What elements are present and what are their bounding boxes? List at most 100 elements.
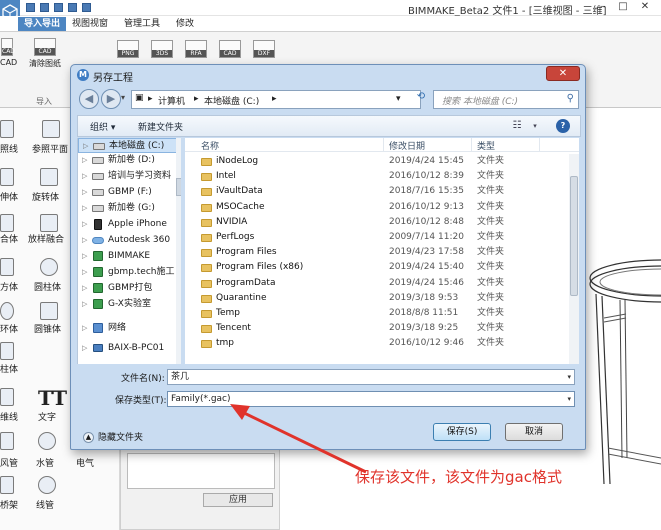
text-icon[interactable]: TT (38, 386, 67, 410)
tool-cylinder[interactable]: 圆柱体 (34, 280, 61, 293)
recent-locations-icon[interactable]: ▾ (121, 93, 125, 102)
nav-item[interactable]: ▷ gbmp.tech施工 (78, 265, 181, 280)
hide-folders-toggle[interactable]: ▲ 隐藏文件夹 (83, 430, 143, 443)
blend-icon[interactable] (0, 214, 14, 232)
export-png-button[interactable]: PNG (116, 40, 140, 60)
cable-tray-icon[interactable] (0, 476, 14, 494)
search-icon[interactable]: ⚲ (567, 93, 574, 104)
save-button[interactable]: 保存(S) (433, 423, 491, 441)
tool-cable-tray[interactable]: 桥架 (0, 498, 18, 511)
nav-item[interactable]: ▷ 本地磁盘 (C:) (78, 138, 181, 153)
file-row[interactable]: iNodeLog 2019/4/24 15:45 文件夹 (185, 154, 569, 169)
file-row[interactable]: NVIDIA 2016/10/12 8:48 文件夹 (185, 215, 569, 230)
open-file-icon[interactable] (40, 3, 49, 12)
file-row[interactable]: PerfLogs 2009/7/14 11:20 文件夹 (185, 230, 569, 245)
cone-icon[interactable] (40, 302, 58, 320)
tool-extrude[interactable]: 伸体 (0, 190, 18, 203)
file-row[interactable]: tmp 2016/10/12 9:46 文件夹 (185, 336, 569, 351)
tab-manage[interactable]: 管理工具 (118, 17, 166, 31)
file-scrollbar[interactable] (569, 154, 579, 364)
view-dropdown-icon[interactable]: ▾ (528, 119, 542, 133)
nav-item[interactable]: ▷ Autodesk 360 (78, 233, 181, 248)
expand-arrow-icon[interactable]: ▷ (82, 321, 87, 336)
column-divider[interactable] (383, 138, 384, 152)
tool-text[interactable]: 文字 (38, 410, 56, 423)
chevron-down-icon[interactable]: ▾ (567, 370, 571, 384)
column-name[interactable]: 名称 (201, 139, 219, 152)
tool-swept-blend[interactable]: 放样融合 (28, 232, 64, 245)
undo-icon[interactable] (68, 3, 77, 12)
tab-import-export[interactable]: 导入导出 (18, 17, 67, 31)
address-bar[interactable]: ▣ ▸ 计算机 ▸ 本地磁盘 (C:) ▸ ▾ (131, 90, 421, 109)
tool-cone[interactable]: 圆锥体 (34, 322, 61, 335)
cylinder-icon[interactable] (40, 258, 58, 276)
nav-item[interactable]: ▷ 培训与学习资料 (78, 169, 181, 184)
nav-item[interactable]: ▷ BAIX-B-PC01 (78, 341, 181, 356)
clear-drawing-button[interactable]: CAD 清除图纸 (24, 38, 66, 69)
tool-prism[interactable]: 柱体 (0, 362, 18, 375)
expand-arrow-icon[interactable]: ▷ (82, 169, 87, 184)
expand-arrow-icon[interactable]: ▷ (83, 139, 88, 154)
tool-reference-plane[interactable]: 参照平面 (32, 142, 68, 155)
nav-item[interactable]: ▷ G-X实验室 (78, 297, 181, 312)
export-cad-button[interactable]: CAD (218, 40, 242, 60)
revolve-icon[interactable] (40, 168, 58, 186)
nav-item[interactable]: ▷ 新加卷 (G:) (78, 201, 181, 216)
export-dxf-button[interactable]: DXF (252, 40, 276, 60)
nav-item[interactable]: ▷ GBMP打包 (78, 281, 181, 296)
box-icon[interactable] (0, 258, 14, 276)
expand-arrow-icon[interactable]: ▷ (82, 249, 87, 264)
file-row[interactable]: Program Files (x86) 2019/4/24 15:40 文件夹 (185, 260, 569, 275)
breadcrumb-sep-icon[interactable]: ▸ (194, 94, 199, 104)
column-date[interactable]: 修改日期 (389, 139, 425, 152)
maximize-icon[interactable]: □ (616, 1, 630, 13)
export-3ds-button[interactable]: 3DS (150, 40, 174, 60)
new-file-icon[interactable] (26, 3, 35, 12)
expand-arrow-icon[interactable]: ▷ (82, 153, 87, 168)
expand-arrow-icon[interactable]: ▷ (82, 217, 87, 232)
file-row[interactable]: Quarantine 2019/3/18 9:53 文件夹 (185, 291, 569, 306)
breadcrumb-sep-icon[interactable]: ▸ (148, 94, 153, 104)
expand-arrow-icon[interactable]: ▷ (82, 281, 87, 296)
nav-scroll-thumb[interactable] (176, 178, 181, 196)
expand-arrow-icon[interactable]: ▷ (82, 297, 87, 312)
address-dropdown-icon[interactable]: ▾ (396, 94, 401, 104)
export-rfa-button[interactable]: RFA (184, 40, 208, 60)
column-divider[interactable] (471, 138, 472, 152)
forward-arrow-icon[interactable]: ▶ (101, 89, 121, 109)
tool-box[interactable]: 方体 (0, 280, 18, 293)
nav-item[interactable]: ▷ 新加卷 (D:) (78, 153, 181, 168)
nav-item[interactable]: ▷ GBMP (F:) (78, 185, 181, 200)
view-options-icon[interactable]: ☷ (510, 119, 524, 133)
prism-icon[interactable] (0, 342, 14, 360)
extrude-icon[interactable] (0, 168, 14, 186)
tab-view[interactable]: 视图视窗 (66, 17, 114, 31)
expand-arrow-icon[interactable]: ▷ (82, 233, 87, 248)
file-row[interactable]: Temp 2018/8/8 11:51 文件夹 (185, 306, 569, 321)
tool-revolve[interactable]: 旋转体 (32, 190, 59, 203)
pipe-icon[interactable] (38, 432, 56, 450)
file-row[interactable]: Program Files 2019/4/23 17:58 文件夹 (185, 245, 569, 260)
file-row[interactable]: iVaultData 2018/7/16 15:35 文件夹 (185, 184, 569, 199)
file-row[interactable]: Intel 2016/10/12 8:39 文件夹 (185, 169, 569, 184)
redo-icon[interactable] (82, 3, 91, 12)
table-3d-model[interactable] (582, 258, 661, 488)
file-row[interactable]: Tencent 2019/3/18 9:25 文件夹 (185, 321, 569, 336)
tool-blend[interactable]: 合体 (0, 232, 18, 245)
import-cad-button[interactable]: CAD CAD (0, 38, 17, 67)
search-input[interactable]: 搜索 本地磁盘 (C:) ⚲ (433, 90, 579, 109)
reference-plane-icon[interactable] (42, 120, 60, 138)
torus-icon[interactable] (0, 302, 14, 320)
refresh-icon[interactable]: ⟲ (413, 91, 429, 107)
nav-item[interactable]: ▷ 网络 (78, 321, 181, 336)
column-type[interactable]: 类型 (477, 139, 495, 152)
nav-scrollbar[interactable] (176, 138, 181, 364)
breadcrumb-sep-icon[interactable]: ▸ (272, 94, 277, 104)
save-file-icon[interactable] (54, 3, 63, 12)
file-scroll-thumb[interactable] (570, 176, 578, 296)
close-icon[interactable]: ✕ (546, 66, 580, 81)
minimize-icon[interactable]: – (596, 1, 610, 13)
cancel-button[interactable]: 取消 (505, 423, 563, 441)
window-close-icon[interactable]: ✕ (638, 1, 652, 13)
organize-button[interactable]: 组织 ▾ (90, 120, 115, 133)
